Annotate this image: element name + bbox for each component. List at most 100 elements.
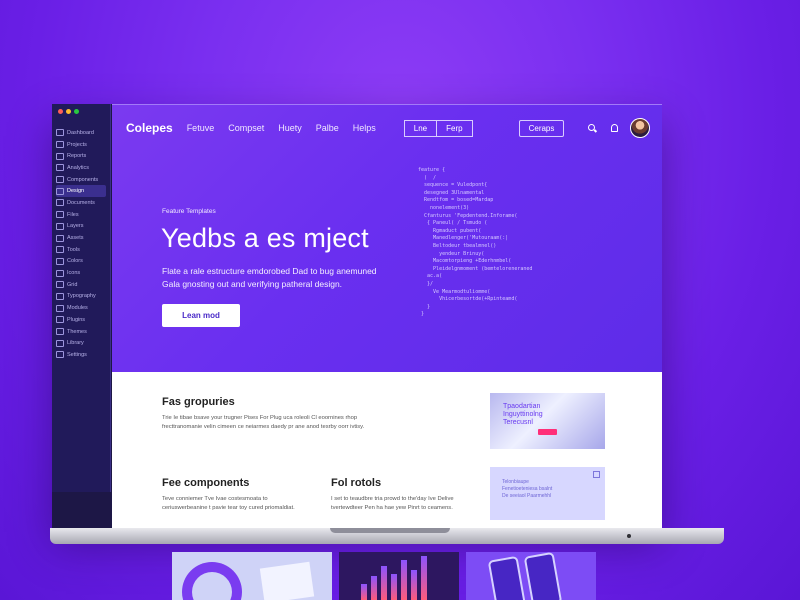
code-line: nonelement(3) xyxy=(418,204,470,211)
sidebar-item-label: Plugins xyxy=(67,316,86,323)
notification-icon[interactable] xyxy=(608,122,620,134)
sidebar-item-label: Settings xyxy=(67,351,87,358)
sidebar-item[interactable]: Icons xyxy=(56,267,106,279)
sidebar-item-label: Files xyxy=(67,211,79,218)
sidebar-item-label: Analytics xyxy=(67,164,90,171)
sidebar-item-label: Colors xyxy=(67,258,83,265)
nav-icons xyxy=(586,118,650,138)
tile-bar xyxy=(401,560,407,600)
sidebar-item-icon xyxy=(56,269,64,277)
code-line: Ve Mearmodtuliomme( xyxy=(418,288,491,295)
sidebar-item-icon xyxy=(56,304,64,312)
code-line: sequence = Vuledpont{ xyxy=(418,182,488,189)
sidebar-item[interactable]: Modules xyxy=(56,302,106,314)
sidebar-item[interactable]: Documents xyxy=(56,197,106,209)
preview-tiles xyxy=(172,552,602,600)
sidebar-item[interactable]: Assets xyxy=(56,232,106,244)
hero-section: Colepes Fetuve Compset Huety Palbe Helps… xyxy=(112,104,662,373)
sidebar-item[interactable]: Dashboard xyxy=(56,127,106,139)
preview-tile-1[interactable] xyxy=(172,552,332,600)
close-window-button[interactable] xyxy=(58,109,63,114)
code-line: { Paneul( / Tsmudo ( xyxy=(418,220,494,227)
nav-link-3[interactable]: Huety xyxy=(278,123,302,133)
code-line: desegned 3Ulnamental xyxy=(418,189,485,196)
hero-eyebrow: Feature Templates xyxy=(162,208,216,215)
sidebar-item-icon xyxy=(56,316,64,324)
learn-more-button[interactable]: Lean mod xyxy=(162,304,240,327)
laptop-led xyxy=(627,534,631,538)
feature-panel-card[interactable]: Telonbiaupe Fenetioeteniesa bsalnt De se… xyxy=(490,467,605,520)
panel-card-line: Fenetioeteniesa bsalnt xyxy=(502,486,553,492)
panel-card-line: De seeiaol Paarmehhl xyxy=(502,493,552,499)
sidebar-item[interactable]: Analytics xyxy=(56,162,106,174)
hero-subtitle: Flate a rale estructure emdorobed Dad to… xyxy=(162,266,377,289)
feature-section-1: Fas gropuries Trie Ie tibae bsave your t… xyxy=(162,396,382,432)
window-controls xyxy=(58,109,79,114)
sidebar-item-label: Design xyxy=(67,188,85,195)
sidebar-item-icon xyxy=(56,339,64,347)
sidebar-item-icon xyxy=(56,351,64,359)
sidebar-item[interactable]: Tools xyxy=(56,244,106,256)
sidebar-item-label: Library xyxy=(67,340,84,347)
laptop-screen: Dashboard Projects Reports Analytics Compone… xyxy=(52,104,662,528)
sidebar-item[interactable]: Projects xyxy=(56,139,106,151)
tile-bar xyxy=(411,570,417,600)
nav-link-1[interactable]: Fetuve xyxy=(187,123,215,133)
feature-section-2: Fee components Teve conniemer Tve Ivae c… xyxy=(162,477,302,513)
sidebar-item[interactable]: Themes xyxy=(56,326,106,338)
sidebar-item-icon xyxy=(56,246,64,254)
preview-tile-3[interactable] xyxy=(466,552,596,600)
code-line: ac.a( xyxy=(418,273,443,280)
sidebar-item-icon xyxy=(56,222,64,230)
image-card-line: Tpaodartian xyxy=(503,403,541,410)
code-snippet: feature { ( / sequence = Vuledpont{ dese… xyxy=(418,167,598,319)
nav-link-4[interactable]: Palbe xyxy=(316,123,339,133)
sidebar-item[interactable]: Typography xyxy=(56,291,106,303)
sidebar-item[interactable]: Settings xyxy=(56,349,106,361)
section-text: Trie Ie tibae bsave your trugner Pises F… xyxy=(162,415,365,430)
code-line: Vhicerbesortde(+Rpinteamd( xyxy=(418,296,518,303)
close-icon[interactable] xyxy=(593,471,600,478)
nav-button-1[interactable]: Lne xyxy=(403,119,438,137)
sidebar-item[interactable]: Library xyxy=(56,337,106,349)
nav-button-2[interactable]: Ferp xyxy=(437,119,473,137)
brand-logo[interactable]: Colepes xyxy=(126,121,173,135)
tile-bar xyxy=(391,574,397,600)
feature-image-card[interactable]: Tpaodartian Inguyttinolng Terecusnl xyxy=(490,393,605,449)
main-area: Colepes Fetuve Compset Huety Palbe Helps… xyxy=(112,104,662,528)
maximize-window-button[interactable] xyxy=(74,109,79,114)
top-nav: Colepes Fetuve Compset Huety Palbe Helps… xyxy=(126,118,650,138)
sidebar-item[interactable]: Reports xyxy=(56,150,106,162)
code-line: } xyxy=(418,311,425,318)
sidebar-item[interactable]: Design xyxy=(56,185,106,198)
sidebar-item[interactable]: Files xyxy=(56,209,106,221)
code-line: Cfanturus 'Fepdentend.Inforame( xyxy=(418,212,518,219)
sidebar-item[interactable]: Components xyxy=(56,174,106,186)
code-line: Manedlenger('Mutouraam(:| xyxy=(418,235,509,242)
preview-tile-2[interactable] xyxy=(339,552,459,600)
content-section: Fas gropuries Trie Ie tibae bsave your t… xyxy=(112,372,662,528)
sidebar-item[interactable]: Plugins xyxy=(56,314,106,326)
search-icon[interactable] xyxy=(586,122,598,134)
image-card-line: Inguyttinolng xyxy=(503,411,543,418)
nav-link-2[interactable]: Compset xyxy=(228,123,264,133)
section-text: I set to teaudbre tria prowd to the'day … xyxy=(331,496,454,511)
section-title: Fol rotols xyxy=(331,477,382,489)
sidebar-item[interactable]: Colors xyxy=(56,256,106,268)
minimize-window-button[interactable] xyxy=(66,109,71,114)
sidebar-item-icon xyxy=(56,281,64,289)
sidebar-item-icon xyxy=(56,164,64,172)
code-line: Rgmaduct pubent( xyxy=(418,227,482,234)
nav-link-5[interactable]: Helps xyxy=(353,123,376,133)
sidebar-item-icon xyxy=(56,292,64,300)
sidebar-item[interactable]: Layers xyxy=(56,221,106,233)
tile-shape xyxy=(182,562,242,600)
nav-cta-button[interactable]: Ceraps xyxy=(518,119,565,137)
avatar[interactable] xyxy=(630,118,650,138)
sidebar-item-icon xyxy=(56,187,64,195)
sidebar-item[interactable]: Grid xyxy=(56,279,106,291)
section-title: Fee components xyxy=(162,477,250,489)
image-card-line: Terecusnl xyxy=(503,419,533,426)
feature-section-3: Fol rotols I set to teaudbre tria prowd … xyxy=(331,477,481,513)
hero-title: Yedbs a es mject xyxy=(161,223,369,253)
